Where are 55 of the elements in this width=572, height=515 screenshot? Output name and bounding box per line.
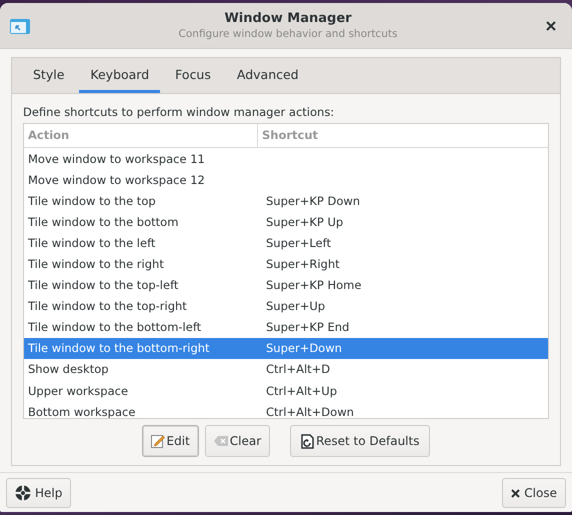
action-cell-text: Bottom workspace <box>27 404 136 418</box>
action-cell-text: Upper workspace <box>27 384 130 398</box>
action-cell-text: Tile window to the left <box>27 236 156 250</box>
shortcut-cell-text: Ctrl+Alt+Down <box>265 404 354 418</box>
action-cell-text: Tile window to the bottom-right <box>27 341 211 356</box>
shortcut-cell-text: Super+Right <box>265 257 340 272</box>
table-row[interactable]: Tile window to the right Super+Right <box>24 253 548 275</box>
help-button[interactable]: Help <box>6 478 72 508</box>
tab[interactable]: Advanced <box>226 58 310 93</box>
shortcut-cell-text: Super+KP Up <box>265 214 344 229</box>
table-row[interactable]: Tile window to the top Super+KP Down <box>24 190 548 212</box>
table-row[interactable]: Tile window to the bottom Super+KP Up <box>24 211 548 232</box>
action-cell-text: Tile window to the top <box>27 194 157 208</box>
action-cell-text: Tile window to the top-right <box>27 299 188 314</box>
table-row[interactable]: Move window to workspace 12 <box>24 169 548 190</box>
document-revert-icon <box>301 434 314 448</box>
pencil-icon <box>150 434 165 448</box>
table-row[interactable]: Move window to workspace 11 <box>24 148 548 170</box>
action-cell-text: Move window to workspace 12 <box>27 172 206 187</box>
action-cell-text: Tile window to the top-left <box>27 278 180 292</box>
shortcut-cell-text: Super+KP Down <box>265 194 360 208</box>
shortcut-cell-text: Super+KP Home <box>265 278 362 292</box>
table-row[interactable]: Tile window to the left Super+Left <box>24 232 548 254</box>
action-cell-text: Tile window to the bottom-left <box>27 320 202 334</box>
shortcut-cell-text: Super+Up <box>265 299 326 314</box>
tab[interactable]: Focus <box>164 58 222 93</box>
lifebuoy-icon <box>15 485 31 501</box>
table-row[interactable]: Show desktop Ctrl+Alt+D <box>24 358 548 380</box>
backspace-icon <box>214 436 228 446</box>
tab[interactable]: Style <box>22 58 76 93</box>
table-row[interactable]: Tile window to the top-left Super+KP Home <box>24 274 548 296</box>
reset-button[interactable]: Reset to Defaults <box>290 425 430 457</box>
shortcut-cell-text: Super+Left <box>265 236 331 250</box>
window-title: Window Manager <box>224 11 352 26</box>
shortcut-cell-text: Ctrl+Alt+Up <box>265 384 338 398</box>
action-cell-text: Tile window to the right <box>27 257 165 272</box>
close-icon[interactable] <box>546 20 556 30</box>
action-cell-text: Show desktop <box>27 362 110 376</box>
table-row[interactable]: Tile window to the top-right Super+Up <box>24 296 548 317</box>
table-row[interactable]: Tile window to the bottom-right Super+Down <box>24 338 548 359</box>
action-cell-text: Tile window to the bottom <box>27 214 180 229</box>
edit-button[interactable]: Edit <box>142 425 199 457</box>
shortcut-cell-text: Super+KP End <box>265 320 350 334</box>
window-subtitle: Configure window behavior and shortcuts <box>178 28 398 40</box>
table-row[interactable]: Bottom workspace Ctrl+Alt+Down <box>24 401 548 418</box>
shortcut-cell-text: Super+Down <box>265 341 342 356</box>
close-icon <box>511 488 520 498</box>
table-row[interactable]: Upper workspace Ctrl+Alt+Up <box>24 380 548 402</box>
clear-button[interactable]: Clear <box>204 425 270 457</box>
close-button[interactable]: Close <box>502 478 566 508</box>
shortcut-cell-text: Ctrl+Alt+D <box>265 362 330 376</box>
table-row[interactable]: Tile window to the bottom-left Super+KP End <box>24 316 548 338</box>
description-text: Define shortcuts to perform window manager actions: <box>23 105 336 119</box>
action-cell-text: Move window to workspace 11 <box>27 152 206 166</box>
window-icon <box>10 18 30 34</box>
